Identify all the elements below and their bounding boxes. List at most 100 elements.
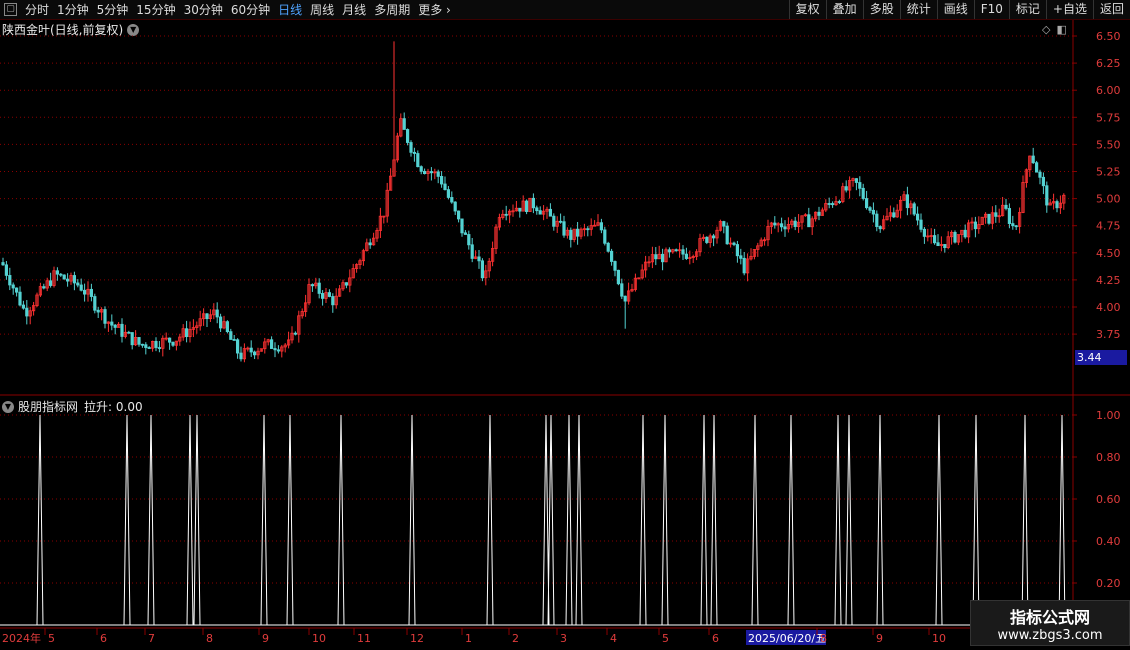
- candle-body: [555, 220, 559, 227]
- candle-body: [814, 211, 818, 220]
- candle-body: [593, 224, 597, 227]
- candle-body: [35, 294, 39, 306]
- candle-body: [110, 321, 114, 326]
- candle-body: [1052, 201, 1056, 204]
- candle-body: [875, 213, 879, 227]
- candle-body: [198, 318, 202, 327]
- toolbar-buttons: 复权 叠加 多股 统计 画线 F10 标记 +自选 返回: [788, 0, 1130, 19]
- toolbar-button-3[interactable]: 统计: [899, 0, 937, 19]
- candle-body: [327, 292, 332, 297]
- candle-body: [844, 186, 848, 191]
- candle-body: [963, 229, 967, 238]
- candle-body: [552, 215, 556, 227]
- candle-body: [1041, 176, 1045, 187]
- candle-body: [562, 221, 566, 236]
- toolbar-button-2[interactable]: 多股: [862, 0, 900, 19]
- candle-body: [531, 197, 536, 209]
- indicator-spike: [661, 414, 669, 626]
- period-tab-6[interactable]: 日线: [274, 1, 306, 18]
- candle-body: [232, 339, 236, 341]
- chevron-down-icon[interactable]: ▼: [127, 23, 140, 36]
- candle-body: [113, 324, 117, 328]
- toolbar-button-4[interactable]: 画线: [936, 0, 974, 19]
- candle-body: [300, 311, 304, 317]
- candle-body: [967, 222, 971, 238]
- time-tick-label: 2024年: [2, 631, 41, 645]
- window-icon[interactable]: ▢: [4, 3, 17, 16]
- period-tab-3[interactable]: 15分钟: [132, 1, 179, 18]
- time-tick-label: 4: [610, 632, 617, 645]
- candle-body: [1045, 185, 1049, 206]
- candle-body: [905, 194, 910, 209]
- period-tab-0[interactable]: 分时: [21, 1, 53, 18]
- candle-body: [147, 347, 151, 349]
- time-tick-label: 12: [410, 632, 424, 645]
- candle-body: [42, 286, 46, 289]
- period-tab-8[interactable]: 月线: [338, 1, 370, 18]
- candle-body: [977, 224, 981, 230]
- chevron-down-icon[interactable]: ▼: [2, 400, 14, 413]
- candle-body: [620, 283, 624, 297]
- candle-body: [1055, 201, 1059, 209]
- candle-body: [953, 231, 957, 243]
- period-tab-2[interactable]: 5分钟: [93, 1, 133, 18]
- candle-body: [443, 183, 447, 191]
- time-tick-label: 6: [712, 632, 719, 645]
- candle-body: [52, 270, 56, 286]
- candle-body: [528, 197, 532, 212]
- period-tab-7[interactable]: 周线: [306, 1, 338, 18]
- time-tick-label: 3: [560, 632, 567, 645]
- toolbar-button-0[interactable]: 复权: [788, 0, 826, 19]
- grid-lines: [0, 35, 1073, 584]
- candle-body: [542, 210, 546, 215]
- diamond-icon[interactable]: ◇: [1042, 23, 1050, 36]
- candle-body: [317, 282, 321, 294]
- period-tab-4[interactable]: 30分钟: [180, 1, 227, 18]
- candle-body: [922, 228, 927, 237]
- time-cursor-box: [746, 630, 826, 645]
- toolbar-button-1[interactable]: 叠加: [825, 0, 863, 19]
- candle-body: [286, 339, 291, 346]
- toolbar-button-6[interactable]: 标记: [1008, 0, 1046, 19]
- time-cursor-label: 2025/06/20/五: [748, 632, 826, 645]
- panel-toggle-icon[interactable]: ◧: [1056, 23, 1066, 36]
- period-tab-10[interactable]: 更多 ›: [414, 1, 455, 18]
- toolbar-button-5[interactable]: F10: [973, 0, 1009, 19]
- candle-body: [841, 186, 845, 203]
- candle-body: [865, 198, 869, 209]
- candle-body: [827, 203, 831, 205]
- candle-body: [303, 302, 308, 312]
- candle-body: [831, 203, 835, 206]
- candle-body: [800, 215, 804, 223]
- candle-body: [657, 253, 661, 260]
- toolbar-button-8[interactable]: 返回: [1092, 0, 1130, 19]
- candle-body: [392, 159, 396, 177]
- candle-body: [365, 242, 369, 252]
- candle-body: [518, 207, 522, 212]
- candle-body: [93, 296, 97, 311]
- candle-body: [661, 253, 665, 263]
- candle-body: [480, 260, 485, 279]
- indicator-series: [0, 414, 1073, 626]
- period-tab-9[interactable]: 多周期: [370, 1, 414, 18]
- candle-body: [337, 288, 342, 297]
- price-tick-label: 5.50: [1096, 138, 1121, 151]
- watermark: 指标公式网 www.zbgs3.com: [970, 600, 1130, 646]
- candle-body: [688, 257, 692, 259]
- indicator-spike: [639, 414, 647, 626]
- candle-body: [579, 228, 583, 237]
- candle-body: [572, 228, 576, 240]
- period-tab-1[interactable]: 1分钟: [53, 1, 93, 18]
- period-tab-5[interactable]: 60分钟: [227, 1, 274, 18]
- candle-body: [1024, 169, 1028, 183]
- toolbar-button-7[interactable]: +自选: [1045, 0, 1093, 19]
- candle-body: [422, 170, 427, 175]
- indicator-spike: [1058, 414, 1066, 626]
- candle-body: [307, 284, 311, 304]
- candle-body: [650, 254, 655, 263]
- watermark-title: 指标公式网: [1009, 608, 1090, 627]
- time-tick-label: 5: [662, 632, 669, 645]
- candle-body: [1021, 182, 1025, 213]
- candle-body: [201, 313, 206, 320]
- toolbar: ▢ 分时 1分钟 5分钟 15分钟 30分钟 60分钟 日线 周线 月线 多周期 更多 › 复权 叠加…: [0, 0, 1130, 20]
